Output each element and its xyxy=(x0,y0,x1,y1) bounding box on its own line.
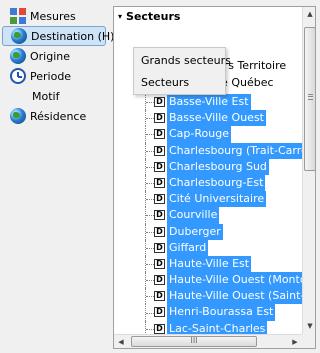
tree-row[interactable]: D Giffard xyxy=(114,239,302,256)
nav-item-mesures[interactable]: Mesures xyxy=(2,6,106,26)
tree-row[interactable]: D Charlesbourg (Trait-Carré) xyxy=(114,142,315,159)
tree-node-icon: D xyxy=(154,275,165,286)
nav-item-label: Mesures xyxy=(30,9,76,23)
tree-node-icon: D xyxy=(154,113,165,124)
globe-icon xyxy=(10,108,26,124)
tree-node-icon: D xyxy=(154,177,165,188)
tree-row[interactable]: D Haute-Ville Ouest (Saint-Sa xyxy=(114,288,315,305)
tree-row-label: Charlesbourg (Trait-Carré) xyxy=(167,142,315,159)
grip-icon xyxy=(308,94,313,100)
tree-node-icon: D xyxy=(154,210,165,221)
scroll-right-button[interactable]: ▶ xyxy=(288,335,302,348)
scroll-down-button[interactable]: ▼ xyxy=(303,319,315,334)
tree-row-label: Basse-Ville Est xyxy=(167,94,251,111)
scroll-up-button[interactable]: ▲ xyxy=(303,7,315,22)
nav-item-destination[interactable]: Destination (H) xyxy=(2,26,114,46)
tree-node-icon: D xyxy=(154,258,165,269)
globe-icon xyxy=(10,48,26,64)
tree-branch-line xyxy=(145,288,154,305)
tree-branch-line xyxy=(145,255,154,273)
tree-branch-line xyxy=(145,239,154,256)
tree-branch-line xyxy=(145,126,154,143)
dimension-nav: Mesures Destination (H) Origine Periode … xyxy=(2,6,114,126)
tree-node-icon: D xyxy=(154,307,165,318)
tree-row-label: Haute-Ville Ouest (Saint-Sa xyxy=(167,288,315,305)
tree-branch-line xyxy=(145,94,154,111)
nav-item-label: Résidence xyxy=(30,109,87,123)
tree-rows: D Basse-Ville Est D Basse-Ville Ouest D Cap-R… xyxy=(114,94,315,337)
tree-row[interactable]: D Cité Universitaire xyxy=(114,191,302,208)
tree-row-label: Courville xyxy=(167,207,220,224)
tree-row-label: Duberger xyxy=(167,223,223,240)
vertical-scrollbar[interactable]: ▲ ▼ xyxy=(302,7,315,334)
tree-branch-line xyxy=(145,158,154,175)
tree-row-label: Haute-Ville Ouest (Montcal xyxy=(167,272,315,289)
grid-icon xyxy=(10,8,26,24)
tree-branch-line xyxy=(145,207,154,224)
nav-item-label: Motif xyxy=(32,89,60,103)
nav-item-periode[interactable]: Periode xyxy=(2,66,106,86)
level-popup-menu: Grands secteurs Secteurs xyxy=(133,47,231,95)
tree-node-icon: D xyxy=(154,323,165,334)
tree-row[interactable]: D Charlesbourg-Est xyxy=(114,174,302,192)
tree-branch-line xyxy=(145,174,154,192)
tree-row[interactable]: D Henri-Bourassa Est xyxy=(114,304,302,321)
menu-item-grands-secteurs[interactable]: Grands secteurs xyxy=(134,50,231,72)
tree-row[interactable]: D Cap-Rouge xyxy=(114,126,302,143)
scrollbar-corner xyxy=(302,334,315,348)
nav-item-label: Periode xyxy=(30,69,72,83)
level-dropdown-label: Secteurs xyxy=(126,10,181,23)
scroll-left-button[interactable]: ◀ xyxy=(114,335,128,348)
tree-row-label: Henri-Bourassa Est xyxy=(167,304,276,321)
tree-row-label: Charlesbourg-Est xyxy=(167,174,266,192)
clock-icon xyxy=(10,68,26,84)
nav-item-origine[interactable]: Origine xyxy=(2,46,106,66)
tree-row[interactable]: D Courville xyxy=(114,207,302,224)
tree-branch-line xyxy=(145,223,154,240)
tree-row[interactable]: D Basse-Ville Ouest xyxy=(114,110,302,127)
tree-node-icon: D xyxy=(154,161,165,172)
tree-branch-line xyxy=(145,304,154,321)
tree-row[interactable]: D Basse-Ville Est xyxy=(114,94,302,111)
tree-node-icon: D xyxy=(154,145,165,156)
nav-item-label: Destination (H) xyxy=(31,29,115,43)
scroll-thumb[interactable] xyxy=(304,27,315,171)
menu-item-secteurs[interactable]: Secteurs xyxy=(134,72,225,94)
horizontal-scrollbar[interactable]: ◀ III ▶ xyxy=(114,334,302,348)
tree-branch-line xyxy=(145,272,154,289)
tree-branch-line xyxy=(145,191,154,208)
horizontal-scroll-thumb[interactable]: III xyxy=(131,336,257,347)
tree-row[interactable]: D Haute-Ville Est xyxy=(114,255,302,273)
tree-row[interactable]: D Haute-Ville Ouest (Montcal xyxy=(114,272,315,289)
tree-node-icon: D xyxy=(154,226,165,237)
level-dropdown[interactable]: ▾ Secteurs xyxy=(118,10,180,23)
globe-icon xyxy=(11,28,27,44)
tree-node-icon: D xyxy=(154,242,165,253)
tree-row-label: Cap-Rouge xyxy=(167,126,231,143)
tree-row-label: Charlesbourg Sud xyxy=(167,158,269,175)
nav-item-label: Origine xyxy=(30,49,71,63)
tree-row-label: Haute-Ville Est xyxy=(167,255,252,273)
tree-branch-line xyxy=(145,142,154,159)
tree-node-icon: D xyxy=(154,194,165,205)
tree-row-label: Cité Universitaire xyxy=(167,191,267,208)
nav-item-motif[interactable]: Motif xyxy=(2,86,106,106)
tree-row-label: Basse-Ville Ouest xyxy=(167,110,266,127)
tree-row[interactable]: D Duberger xyxy=(114,223,302,240)
tree-row-label: Giffard xyxy=(167,239,209,256)
tree-node-partial: le Québec xyxy=(218,76,274,89)
tree-node-icon: D xyxy=(154,291,165,302)
nav-item-residence[interactable]: Résidence xyxy=(2,106,106,126)
tree-node-icon: D xyxy=(154,129,165,140)
tree-row[interactable]: D Charlesbourg Sud xyxy=(114,158,302,175)
tree-node-icon: D xyxy=(154,97,165,107)
dropdown-arrow-icon: ▾ xyxy=(118,12,123,21)
tree-branch-line xyxy=(145,110,154,127)
